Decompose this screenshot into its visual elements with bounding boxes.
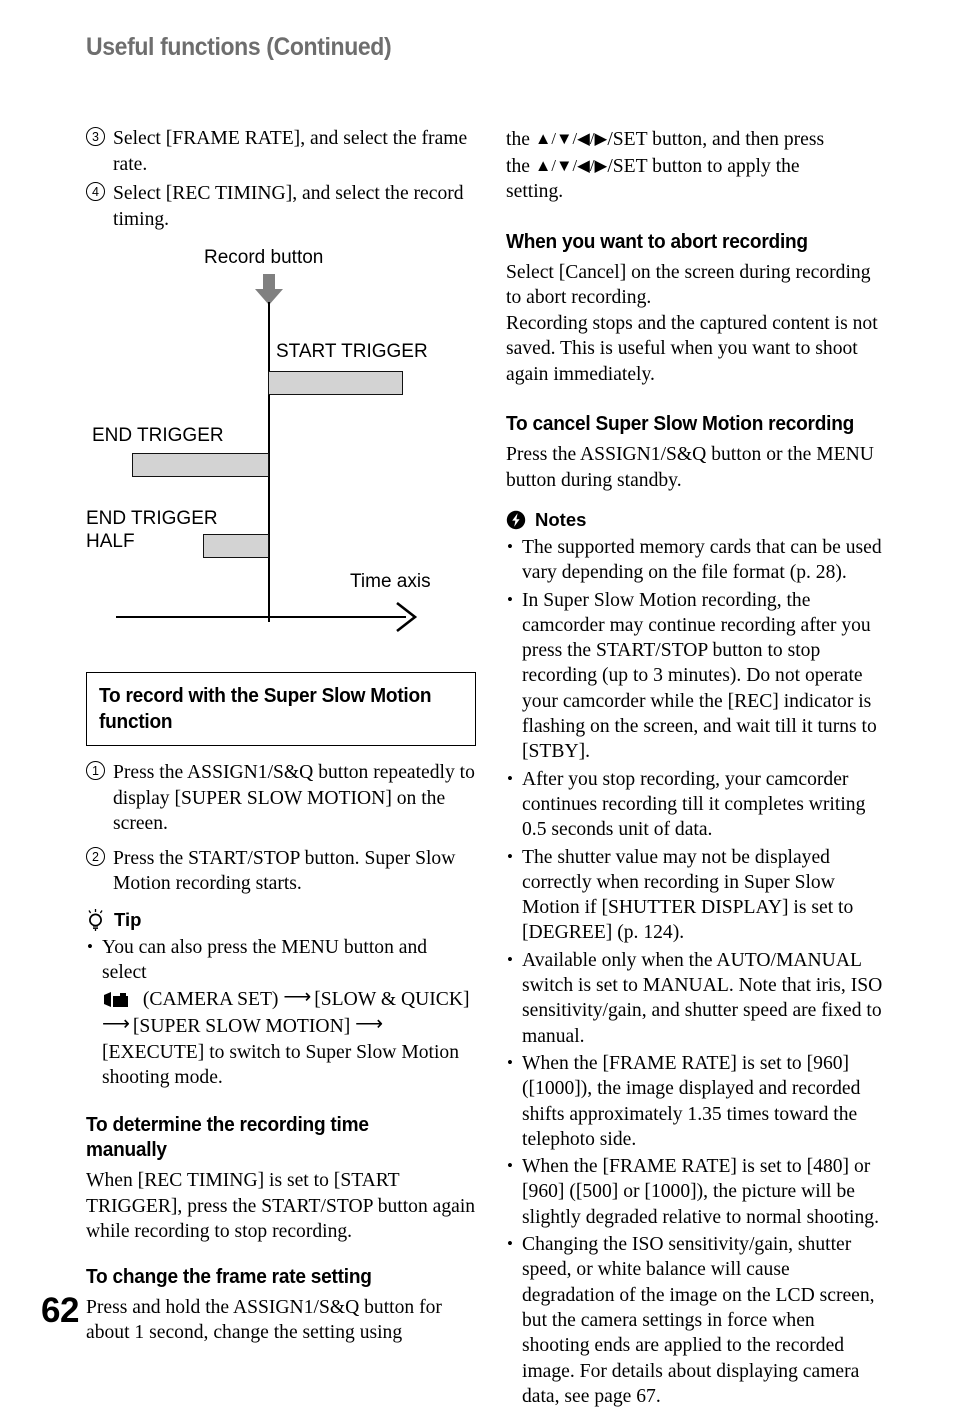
note-item: Changing the ISO sensitivity/gain, shutt… <box>506 1231 884 1409</box>
diagram-time-axis-label: Time axis <box>350 571 431 592</box>
step-1: 1 Press the ASSIGN1/S&Q button repeatedl… <box>86 760 476 837</box>
right-column: the ▲/▼/◀/▶/SET button, and then press t… <box>506 126 884 1411</box>
heading-cancel-super-slow-motion: To cancel Super Slow Motion recording <box>506 412 855 435</box>
camcorder-icon <box>104 992 128 1008</box>
tip-item: You can also press the MENU button and s… <box>86 934 476 1091</box>
tip-title: Tip <box>114 908 142 930</box>
continued-line1-pre: the <box>506 129 535 150</box>
heading-determine-recording-time: To determine the recording time manually <box>86 1113 369 1162</box>
arrow-right-icon: ⟶ <box>283 987 312 1009</box>
heading-text: To record with the Super Slow Motion fun… <box>99 684 432 733</box>
diagram-label-start-trigger: START TRIGGER <box>276 341 428 362</box>
note-item: The shutter value may not be displayed c… <box>506 844 884 946</box>
tip-bullet-list: You can also press the MENU button and s… <box>86 934 476 1091</box>
note-item: When the [FRAME RATE] is set to [480] or… <box>506 1153 884 1230</box>
step-text: Select [REC TIMING], and select the reco… <box>113 183 464 230</box>
step-text: Press the START/STOP button. Super Slow … <box>113 847 456 895</box>
left-column: 3 Select [FRAME RATE], and select the fr… <box>86 126 476 236</box>
notes-flash-icon <box>506 510 526 530</box>
body-cancel-super-slow-motion: Press the ASSIGN1/S&Q button or the MENU… <box>506 444 874 491</box>
continued-line3: setting. <box>506 181 564 202</box>
note-item: The supported memory cards that can be u… <box>506 534 884 586</box>
step-text: Select [FRAME RATE], and select the fram… <box>113 128 468 175</box>
note-item: Available only when the AUTO/MANUAL swit… <box>506 947 884 1049</box>
continued-line2-post: /SET button to apply the <box>607 155 800 177</box>
diagram-bar-start-trigger <box>268 371 403 395</box>
tip-text-4: [SUPER SLOW MOTION] <box>132 1016 351 1038</box>
heading-change-frame-rate: To change the frame rate setting <box>86 1264 372 1288</box>
tip-text-1: You can also press the MENU button and s… <box>102 936 428 983</box>
diagram-bar-end-trigger-half <box>203 534 269 558</box>
body-change-frame-rate: Press and hold the ASSIGN1/S&Q button fo… <box>86 1296 442 1344</box>
notes-bullet-list: The supported memory cards that can be u… <box>506 534 884 1409</box>
note-item: When the [FRAME RATE] is set to [960] ([… <box>506 1050 884 1152</box>
notes-header: Notes <box>506 509 884 531</box>
step-number: 2 <box>86 846 105 866</box>
notes-title: Notes <box>535 509 587 530</box>
diagram-bar-end-trigger <box>132 453 269 477</box>
tip-text-2: (CAMERA SET) <box>142 989 279 1011</box>
diagram-record-button-label: Record button <box>204 247 324 268</box>
tip-header: Tip <box>86 908 476 931</box>
tip-text-3: [SLOW & QUICK] <box>314 989 470 1011</box>
dpad-icons: ▲/▼/◀/▶ <box>534 129 608 148</box>
step-4: 4 Select [REC TIMING], and select the re… <box>86 181 476 232</box>
diagram-label-end-trigger: END TRIGGER <box>92 425 224 446</box>
diagram-label-end-trigger-half: END TRIGGER HALF <box>86 508 218 552</box>
continued-line1-post: /SET button, and then press <box>607 129 825 150</box>
step-2: 2 Press the START/STOP button. Super Slo… <box>86 846 476 897</box>
continued-line2-pre: the <box>506 155 535 177</box>
step-number: 3 <box>86 127 105 146</box>
tip-text-5: [EXECUTE] to switch to Super Slow Motion… <box>102 1041 460 1088</box>
step-text: Press the ASSIGN1/S&Q button repeatedly … <box>113 762 475 834</box>
heading-box-record-super-slow-motion: To record with the Super Slow Motion fun… <box>86 672 476 746</box>
note-item: In Super Slow Motion recording, the camc… <box>506 587 884 765</box>
page-number: 62 <box>41 1291 79 1330</box>
body-determine-recording-time: When [REC TIMING] is set to [START TRIGG… <box>86 1170 476 1243</box>
rec-timing-diagram: Record button START TRIGGER END TRIGGER … <box>86 240 486 645</box>
body-abort-recording: Select [Cancel] on the screen during rec… <box>506 261 878 385</box>
arrow-right-icon: ⟶ <box>102 1014 131 1036</box>
left-column-lower: To record with the Super Slow Motion fun… <box>86 672 476 1346</box>
note-item: After you stop recording, your camcorder… <box>506 766 884 843</box>
step-number: 1 <box>86 761 105 780</box>
step-3: 3 Select [FRAME RATE], and select the fr… <box>86 126 476 177</box>
heading-abort-recording: When you want to abort recording <box>506 229 808 253</box>
lightbulb-icon <box>88 908 103 931</box>
dpad-icons: ▲/▼/◀/▶ <box>534 155 608 175</box>
page-title: Useful functions (Continued) <box>86 33 392 61</box>
arrow-right-icon: ⟶ <box>355 1014 384 1036</box>
diagram-time-axis-line <box>116 616 406 619</box>
step-number: 4 <box>86 182 105 201</box>
continued-paragraph: the ▲/▼/◀/▶/SET button, and then press t… <box>506 126 884 205</box>
time-axis-arrowhead-icon <box>396 601 418 633</box>
